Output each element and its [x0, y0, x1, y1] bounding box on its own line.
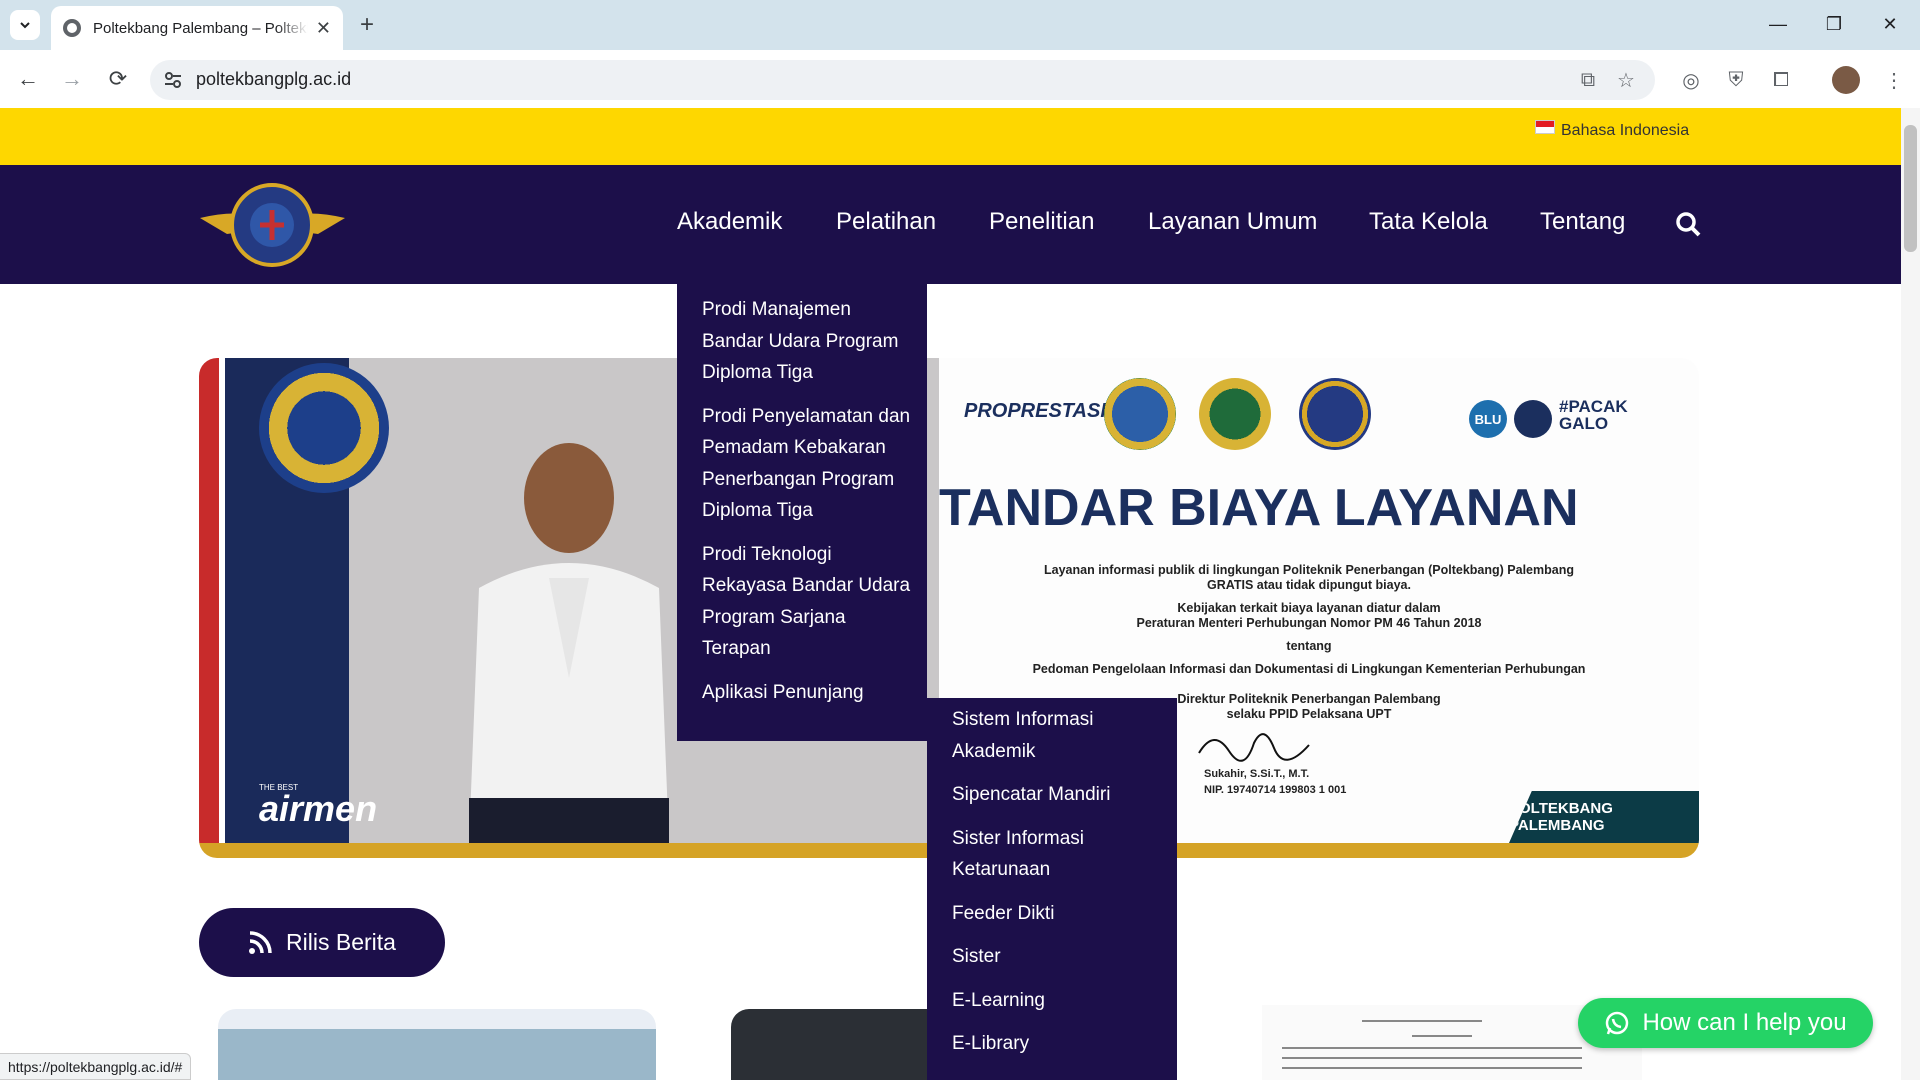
nav-penelitian[interactable]: Penelitian: [989, 208, 1094, 236]
forward-button[interactable]: →: [56, 63, 88, 95]
puzzle-icon[interactable]: ⧠: [1767, 66, 1795, 94]
address-bar[interactable]: [150, 60, 1655, 100]
doc-line: [1412, 1035, 1472, 1037]
nav-pelatihan[interactable]: Pelatihan: [836, 208, 936, 236]
doc-line: [1282, 1057, 1582, 1059]
language-selector[interactable]: Bahasa Indonesia: [1535, 120, 1690, 140]
doc-line: [1282, 1047, 1582, 1049]
signatory-nip: NIP. 19740714 199803 1 001: [1204, 784, 1347, 796]
submenu-item[interactable]: Sister: [952, 941, 1152, 973]
pacak-galo-logo: #PACAK GALO: [1559, 397, 1628, 433]
browser-tab[interactable]: Poltekbang Palembang – Poltekbang Palemb…: [51, 6, 343, 50]
doc-line: [1362, 1020, 1482, 1022]
link-status-url: https://poltekbangplg.ac.id/#: [0, 1053, 192, 1080]
ministry-emblem: [1199, 378, 1271, 450]
banner-line-3: Kebijakan terkait biaya layanan diatur d…: [1177, 601, 1441, 615]
new-tab-button[interactable]: +: [352, 10, 382, 40]
extension-icon[interactable]: ◎: [1677, 66, 1705, 94]
help-label: How can I help you: [1642, 1009, 1847, 1036]
proprestasi-logo: PROPRESTASI: [964, 400, 1106, 422]
poltekbang-emblem: [1299, 378, 1371, 450]
tab-search-button[interactable]: [10, 10, 40, 40]
aplikasi-penunjang-submenu: Sistem Informasi Akademik Sipencatar Man…: [927, 698, 1177, 1080]
site-settings-icon[interactable]: [163, 70, 183, 90]
airmen-logo: airmen: [259, 788, 378, 829]
nav-tata-kelola[interactable]: Tata Kelola: [1369, 208, 1488, 236]
dropdown-item[interactable]: Prodi Teknologi Rekayasa Bandar Udara Pr…: [702, 539, 912, 665]
signatory-name: Sukahir, S.Si.T., M.T.: [1204, 768, 1310, 780]
nav-layanan-umum[interactable]: Layanan Umum: [1148, 208, 1317, 236]
doc-line: [1282, 1067, 1582, 1069]
close-window-button[interactable]: ✕: [1870, 8, 1910, 40]
submenu-item[interactable]: Sister Informasi Ketarunaan: [952, 823, 1152, 886]
blu-logo: BLU: [1469, 400, 1507, 438]
scrollbar-thumb[interactable]: [1904, 125, 1917, 252]
language-label: Bahasa Indonesia: [1561, 122, 1690, 139]
indonesia-flag-icon: [1535, 120, 1555, 134]
rss-icon: [249, 930, 272, 954]
restore-button[interactable]: ❐: [1814, 8, 1854, 40]
banner-headline: TANDAR BIAYA LAYANAN: [939, 479, 1579, 537]
rilis-berita-button[interactable]: Rilis Berita: [199, 908, 445, 977]
signature: [1198, 733, 1310, 762]
person-figure: [469, 443, 669, 843]
page-scrollbar[interactable]: [1901, 108, 1920, 1080]
bookmark-star-icon[interactable]: ☆: [1612, 66, 1640, 94]
submenu-item[interactable]: Feeder Dikti: [952, 898, 1152, 930]
search-icon[interactable]: [1675, 211, 1701, 237]
rilis-berita-label: Rilis Berita: [286, 929, 396, 955]
nav-tentang[interactable]: Tentang: [1540, 208, 1625, 236]
anniversary-logo: [1514, 400, 1552, 438]
banner-line-5: tentang: [1286, 639, 1332, 653]
translate-icon[interactable]: ⧉: [1574, 66, 1602, 94]
banner-line-1: Layanan informasi publik di lingkungan P…: [1044, 563, 1574, 577]
minimize-button[interactable]: —: [1758, 8, 1798, 40]
more-menu-icon[interactable]: ⋮: [1880, 66, 1908, 94]
seal-emblem: [259, 363, 389, 493]
whatsapp-help-button[interactable]: How can I help you: [1578, 998, 1873, 1048]
address-url[interactable]: poltekbangplg.ac.id: [196, 69, 351, 90]
reload-button[interactable]: ⟳: [102, 63, 134, 95]
submenu-item[interactable]: Sistem Informasi Akademik: [952, 704, 1152, 767]
dropdown-item[interactable]: Prodi Manajemen Bandar Udara Program Dip…: [702, 294, 912, 389]
poltekbang-logo[interactable]: [200, 180, 345, 270]
dropdown-item-aplikasi-penunjang[interactable]: Aplikasi Penunjang: [702, 677, 912, 709]
globe-icon: [63, 19, 81, 37]
banner-line-2: GRATIS atau tidak dipungut biaya.: [1207, 578, 1411, 592]
news-card-image[interactable]: [731, 1009, 931, 1080]
submenu-item[interactable]: E-Learning: [952, 985, 1152, 1017]
dropdown-item[interactable]: Prodi Penyelamatan dan Pemadam Kebakaran…: [702, 401, 912, 527]
poltekbang-badge: POLTEKBANG PALEMBANG: [1509, 791, 1699, 843]
news-card-image[interactable]: [218, 1009, 656, 1080]
back-button[interactable]: ←: [12, 63, 44, 95]
submenu-item[interactable]: Sipencatar Mandiri: [952, 779, 1152, 811]
avatar[interactable]: [1832, 66, 1860, 94]
chevron-down-icon: [20, 22, 30, 29]
banner-line-6: Pedoman Pengelolaan Informasi dan Dokume…: [1032, 662, 1586, 676]
banner-line-4: Peraturan Menteri Perhubungan Nomor PM 4…: [1136, 616, 1482, 630]
kemenhub-logo: [1104, 378, 1176, 450]
shield-icon[interactable]: ⛨: [1722, 66, 1750, 94]
akademik-dropdown: Prodi Manajemen Bandar Udara Program Dip…: [677, 284, 927, 741]
nav-akademik[interactable]: Akademik: [677, 208, 782, 236]
close-icon[interactable]: ✕: [316, 18, 331, 39]
submenu-item[interactable]: E-Library: [952, 1028, 1152, 1060]
whatsapp-icon: [1606, 1011, 1629, 1035]
tab-title: Poltekbang Palembang – Poltekbang Palemb…: [93, 19, 308, 37]
